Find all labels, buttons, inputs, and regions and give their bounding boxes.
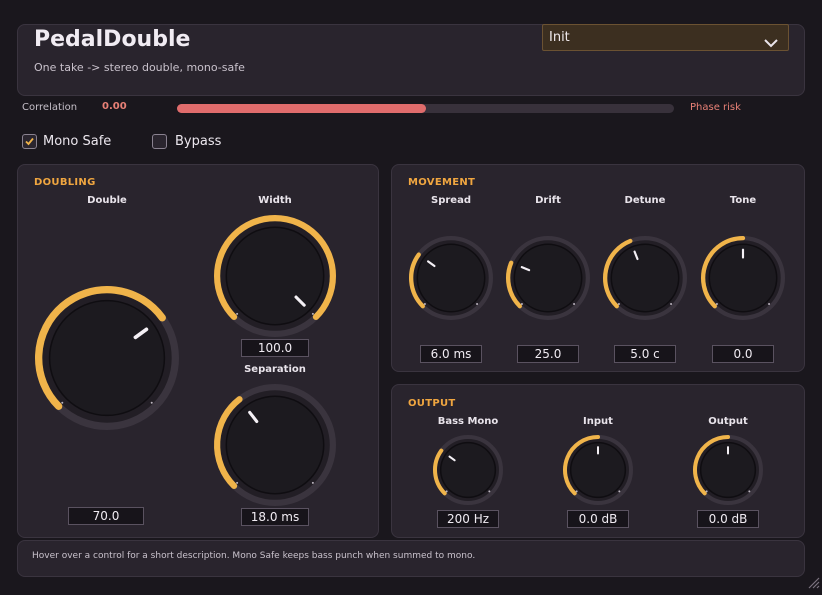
knob-body [612,245,678,311]
tone-value[interactable]: 0.0 [712,345,774,363]
checkmark-icon [25,137,34,146]
knob-tick [715,303,718,306]
output-gain-value[interactable]: 0.0 dB [697,510,759,528]
knob-tick [575,490,578,493]
tone-knob[interactable] [700,235,786,321]
chevron-down-icon [764,33,778,52]
knob-tick [748,490,751,493]
input-value[interactable]: 0.0 dB [567,510,629,528]
knob-body [227,228,323,324]
preset-value: Init [549,30,570,45]
bass-mono-value[interactable]: 200 Hz [437,510,499,528]
drift-label: Drift [535,195,561,206]
correlation-meter [177,104,674,113]
knob-tick [670,303,673,306]
knob-tick [488,490,491,493]
knob-tick [445,490,448,493]
movement-title: MOVEMENT [408,177,476,188]
output-gain-label: Output [708,416,748,427]
drift-value[interactable]: 25.0 [517,345,579,363]
tone-label: Tone [729,195,757,206]
knob-tick [618,490,621,493]
preset-dropdown[interactable]: Init [542,24,789,51]
knob-body [50,301,164,415]
double-value[interactable]: 70.0 [68,507,144,525]
knob-tick [311,481,314,484]
width-label: Width [258,195,292,206]
knob-tick [311,312,314,315]
width-value[interactable]: 100.0 [241,339,309,357]
knob-body [441,443,495,497]
spread-value[interactable]: 6.0 ms [420,345,482,363]
detune-value[interactable]: 5.0 c [614,345,676,363]
double-knob[interactable] [34,285,180,431]
correlation-meter-fill [177,104,426,113]
detune-knob[interactable] [602,235,688,321]
knob-tick [236,312,239,315]
knob-tick [476,303,479,306]
separation-value[interactable]: 18.0 ms [241,508,309,526]
status-text: Hover over a control for a short descrip… [32,551,476,561]
knob-tick [423,303,426,306]
knob-body [227,397,323,493]
doubling-title: DOUBLING [34,177,96,188]
drift-knob[interactable] [505,235,591,321]
knob-tick [617,303,620,306]
input-knob[interactable] [562,434,634,506]
mono-safe-label[interactable]: Mono Safe [43,134,111,149]
separation-label: Separation [244,364,306,375]
spread-label: Spread [431,195,471,206]
knob-tick [150,401,153,404]
spread-knob[interactable] [408,235,494,321]
knob-tick [768,303,771,306]
output-title: OUTPUT [408,398,456,409]
knob-tick [705,490,708,493]
bass-mono-knob[interactable] [432,434,504,506]
knob-body [515,245,581,311]
output-gain-knob[interactable] [692,434,764,506]
width-knob[interactable] [213,214,337,338]
detune-label: Detune [624,195,666,206]
correlation-label: Correlation [22,102,78,113]
knob-tick [236,481,239,484]
bypass-checkbox[interactable] [152,134,167,149]
separation-knob[interactable] [213,383,337,507]
mono-safe-checkbox[interactable] [22,134,37,149]
correlation-value: 0.00 [102,101,127,112]
knob-tick [573,303,576,306]
phase-risk-label: Phase risk [690,102,741,113]
bass-mono-label: Bass Mono [437,416,499,427]
double-label: Double [87,195,127,206]
plugin-title: PedalDouble [34,27,191,52]
knob-body [418,245,484,311]
bypass-label[interactable]: Bypass [175,134,221,149]
plugin-subtitle: One take -> stereo double, mono-safe [34,61,245,74]
input-label: Input [583,416,613,427]
knob-tick [61,401,64,404]
resize-grip-icon[interactable] [806,574,820,593]
knob-tick [520,303,523,306]
